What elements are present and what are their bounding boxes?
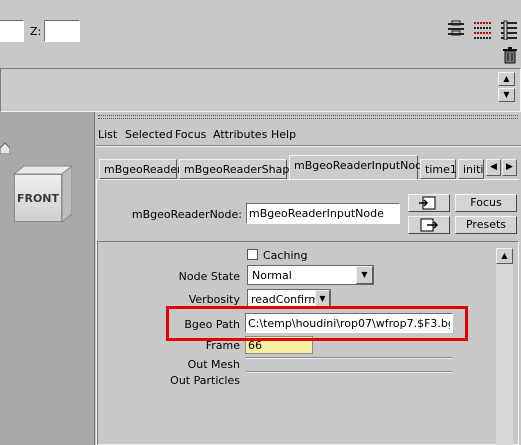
x-field[interactable] (0, 20, 24, 42)
view-cube-front-face[interactable]: FRONT (14, 174, 62, 222)
vertical-scrollbar[interactable] (496, 248, 513, 445)
out-mesh-label: Out Mesh (187, 358, 240, 371)
tab-mbgeoreader[interactable]: mBgeoReader (99, 159, 182, 179)
tab-scroll-left[interactable]: ◀ (486, 159, 501, 176)
command-line-area (0, 68, 521, 112)
attribute-editor-layout-icon[interactable] (472, 20, 494, 40)
tab-time1[interactable]: time1 (420, 159, 457, 179)
help-line-scroll-down[interactable]: ▼ (498, 88, 515, 102)
panel-drag-handle[interactable] (98, 115, 518, 119)
out-particles-connection-line (246, 371, 452, 373)
menu-attributes[interactable]: Attributes (213, 128, 267, 141)
output-node-button[interactable] (408, 216, 450, 234)
output-connection-icon (420, 218, 439, 232)
trash-icon[interactable] (502, 47, 518, 64)
verbosity-value: readConfirm (251, 293, 320, 306)
focus-button[interactable]: Focus (455, 194, 517, 212)
out-particles-label: Out Particles (170, 374, 240, 387)
menu-focus[interactable]: Focus (175, 128, 206, 141)
help-line-scroll-up[interactable]: ▲ (498, 72, 515, 86)
tool-settings-layout-icon[interactable] (499, 20, 519, 41)
scroll-up-button[interactable]: ▲ (496, 248, 513, 264)
node-name-label: mBgeoReaderNode: (131, 208, 242, 221)
menu-help[interactable]: Help (271, 128, 296, 141)
node-name-field[interactable] (246, 203, 400, 224)
front-viewport[interactable]: FRONT (0, 112, 94, 445)
tab-mbgeoreadershape[interactable]: mBgeoReaderShape (179, 159, 296, 179)
menu-separator (96, 145, 521, 147)
view-cube[interactable]: FRONT (10, 164, 72, 226)
menu-list[interactable]: List (98, 128, 117, 141)
home-icon[interactable] (0, 142, 11, 155)
tab-mbgeoreaderinputnode[interactable]: mBgeoReaderInputNode (289, 155, 429, 179)
z-label: Z: (30, 25, 42, 38)
select-node-button[interactable] (408, 194, 450, 212)
channel-box-layout-icon[interactable] (446, 20, 466, 40)
top-toolbar: Z: (0, 0, 521, 68)
input-connection-icon (419, 196, 436, 210)
caching-label: Caching (263, 249, 308, 262)
highlight-box (166, 306, 468, 341)
z-field[interactable] (44, 20, 80, 42)
chevron-down-icon[interactable]: ▼ (356, 266, 373, 284)
tab-initi[interactable]: initi (458, 159, 484, 179)
chevron-down-icon[interactable]: ▼ (315, 290, 330, 307)
menu-selected[interactable]: Selected (125, 128, 173, 141)
presets-button[interactable]: Presets (455, 216, 517, 234)
caching-checkbox[interactable] (247, 249, 258, 260)
tab-scroll-right[interactable]: ▶ (502, 159, 517, 176)
node-state-value: Normal (252, 269, 292, 282)
out-mesh-connection-line (246, 357, 452, 359)
verbosity-label: Verbosity (188, 293, 240, 306)
node-state-dropdown[interactable]: Normal ▼ (247, 265, 374, 285)
node-state-label: Node State (178, 270, 240, 283)
